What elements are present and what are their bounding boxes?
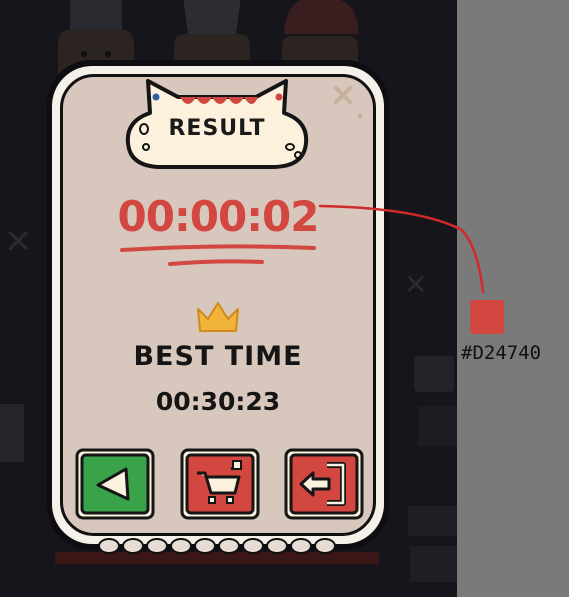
crown-icon [197, 302, 239, 332]
color-swatch-label: #D24740 [461, 342, 542, 364]
time-underline [120, 244, 316, 266]
background-sparkle: ✕ [4, 222, 33, 262]
card-base-shelf [55, 538, 379, 564]
best-time-label: BEST TIME [133, 341, 303, 372]
exit-button[interactable] [283, 447, 365, 521]
back-button[interactable] [74, 447, 156, 521]
background-paper [0, 404, 24, 462]
annotation-side-panel [457, 0, 569, 597]
card-sparkle-decoration [334, 86, 363, 119]
shop-button[interactable] [179, 447, 261, 521]
color-swatch [470, 300, 504, 334]
result-time: 00:00:02 [117, 192, 320, 241]
best-time-value: 00:30:23 [155, 387, 281, 416]
result-title: RESULT [168, 116, 266, 141]
background-shelf-items [408, 356, 457, 582]
background-sparkle: ✕ [404, 268, 428, 301]
